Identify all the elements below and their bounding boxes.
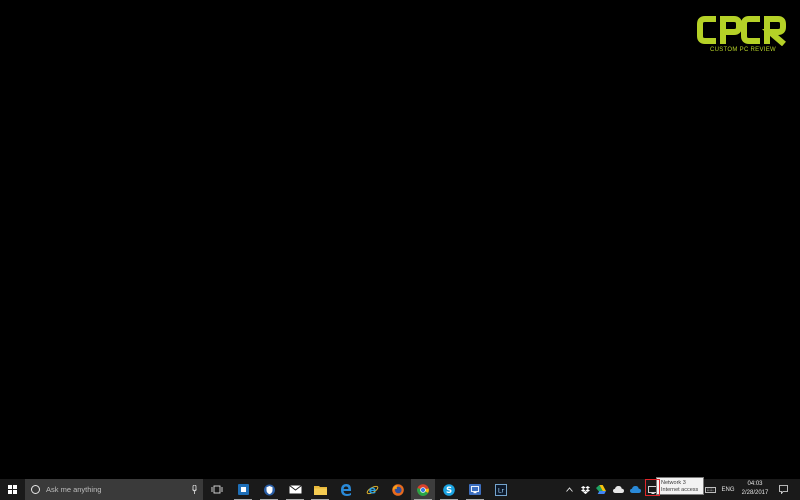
tray-keyboard[interactable]: [703, 479, 717, 500]
action-center-button[interactable]: [775, 479, 792, 500]
search-box[interactable]: Ask me anything: [25, 479, 203, 500]
taskbar-app-blue-square[interactable]: [231, 479, 255, 500]
cortana-ring-icon: [31, 485, 40, 494]
microphone-icon[interactable]: [192, 485, 197, 494]
desktop: [0, 0, 800, 479]
remote-app-icon: [469, 484, 481, 495]
network-icon-highlight: [645, 479, 660, 496]
cpcr-logo: CUSTOM PC REVIEW: [696, 14, 790, 53]
svg-text:e: e: [368, 484, 375, 496]
task-view-icon: [211, 485, 223, 494]
taskbar-app-shield[interactable]: [257, 479, 281, 500]
tray-clock[interactable]: 04:03 2/28/2017: [738, 480, 772, 498]
network-tooltip: Network 3 Internet access: [656, 477, 704, 495]
taskbar-app-mail[interactable]: [283, 479, 307, 500]
start-button[interactable]: [0, 479, 25, 500]
mail-icon: [288, 485, 302, 494]
keyboard-icon: [704, 486, 716, 493]
tray-overflow-button[interactable]: [563, 479, 575, 500]
logo-tagline: CUSTOM PC REVIEW: [709, 47, 777, 53]
taskbar-app-internet-explorer[interactable]: e: [360, 479, 384, 500]
tray-dropbox[interactable]: [579, 479, 591, 500]
taskbar-app-lightroom[interactable]: Lr: [489, 479, 513, 500]
windows-logo-icon: [8, 485, 17, 494]
tray-google-drive[interactable]: [595, 479, 607, 500]
chevron-up-icon: [565, 487, 573, 492]
taskbar-app-skype[interactable]: S: [437, 479, 461, 500]
lightroom-label: Lr: [498, 486, 505, 494]
clock-time: 04:03: [747, 481, 763, 487]
clock-date: 2/28/2017: [741, 490, 769, 496]
shield-app-icon: [263, 484, 275, 495]
google-drive-icon: [596, 485, 606, 494]
tray-language[interactable]: ENG: [719, 479, 737, 500]
cloud-icon: [612, 486, 624, 493]
taskbar-app-firefox[interactable]: [386, 479, 410, 500]
firefox-icon: [392, 483, 404, 496]
internet-explorer-icon: e: [366, 484, 378, 496]
svg-text:S: S: [446, 486, 452, 496]
chrome-icon: [417, 483, 429, 496]
lightroom-icon: Lr: [495, 483, 507, 496]
skype-icon: S: [443, 483, 455, 496]
task-view-button[interactable]: [205, 479, 229, 500]
taskbar-app-file-explorer[interactable]: [308, 479, 332, 500]
cpcr-logo-icon: [697, 16, 786, 46]
language-indicator: ENG: [721, 486, 735, 493]
tray-onedrive[interactable]: [629, 479, 641, 500]
tooltip-line-1: Network 3: [661, 480, 686, 486]
dropbox-icon: [580, 485, 590, 494]
file-explorer-icon: [313, 485, 327, 495]
tray-cloud[interactable]: [612, 479, 624, 500]
edge-icon: [341, 483, 351, 496]
search-placeholder: Ask me anything: [46, 485, 102, 494]
taskbar-app-chrome[interactable]: [411, 479, 435, 500]
action-center-icon: [779, 485, 788, 494]
blue-square-app-icon: [237, 484, 249, 495]
tooltip-line-2: Internet access: [661, 487, 699, 493]
taskbar-app-edge[interactable]: [334, 479, 358, 500]
taskbar-app-remote[interactable]: [463, 479, 487, 500]
onedrive-icon: [629, 486, 641, 493]
